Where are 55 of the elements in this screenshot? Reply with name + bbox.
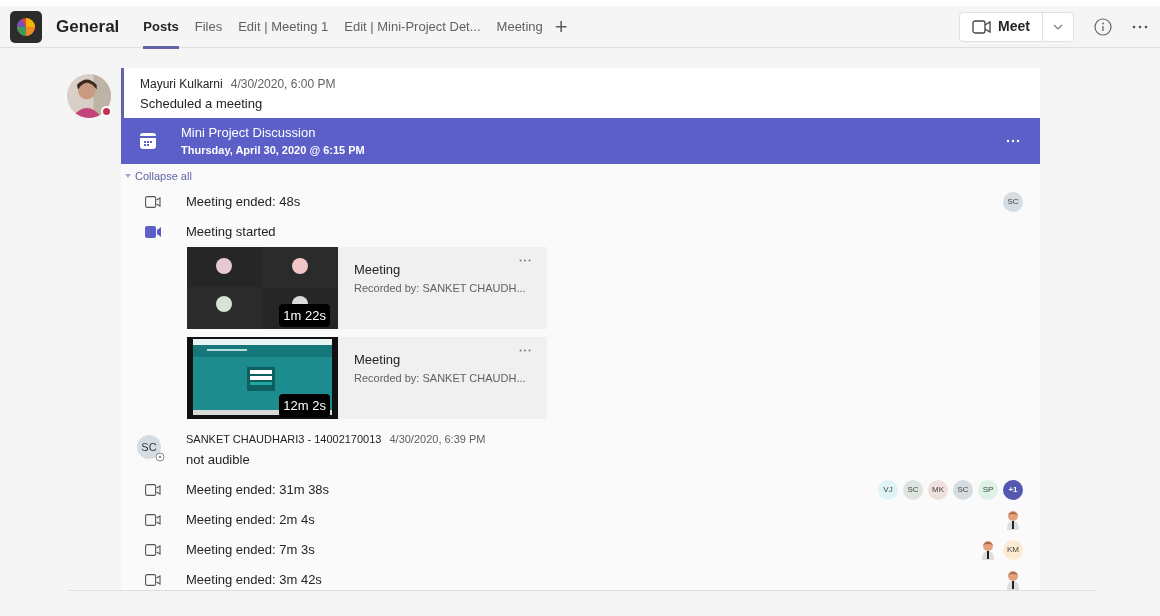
tab[interactable]: Meeting: [488, 5, 551, 48]
recording-card[interactable]: 1m 22s Meeting Recorded by: SANKET CHAUDH...: [187, 247, 547, 329]
video-camera-icon: [145, 514, 161, 526]
more-icon[interactable]: [1132, 24, 1148, 29]
meeting-banner[interactable]: Mini Project Discussion Thursday, April 30, 2020 @ 6:15 PM: [121, 117, 1040, 164]
participant-avatar: KM: [1003, 540, 1023, 560]
event-text: Meeting ended: 3m 42s: [186, 571, 323, 590]
recorded-by-text: Recorded by: SANKET CHAUDH...: [354, 370, 527, 386]
more-icon[interactable]: [519, 259, 531, 262]
message-text: Scheduled a meeting: [140, 95, 264, 113]
tab[interactable]: Edit | Mini-Project Det...: [336, 5, 489, 48]
caret-down-icon: [125, 173, 131, 178]
author-name: SANKET CHAUDHARI3 - 14002170013: [186, 432, 382, 447]
recording-title: Meeting: [354, 351, 401, 369]
more-participants-badge: +1: [1003, 480, 1023, 500]
event-text: Meeting started: [186, 223, 277, 242]
author-name: Mayuri Kulkarni: [140, 76, 223, 93]
participant-avatar: SP: [978, 480, 998, 500]
collapse-all-link[interactable]: Collapse all: [125, 167, 192, 184]
timestamp: 4/30/2020, 6:39 PM: [389, 432, 486, 447]
recording-title: Meeting: [354, 261, 401, 279]
more-icon[interactable]: [1006, 138, 1020, 143]
more-icon[interactable]: [519, 349, 531, 352]
participant-avatar: VJ: [878, 480, 898, 500]
video-camera-icon: [145, 226, 161, 238]
event-text: Meeting ended: 2m 4s: [186, 511, 316, 530]
participant-avatar: MK: [928, 480, 948, 500]
add-tab-button[interactable]: +: [550, 15, 572, 38]
duration-badge: 1m 22s: [279, 303, 330, 327]
event-text: Meeting ended: 31m 38s: [186, 481, 331, 500]
info-icon[interactable]: [1094, 17, 1112, 36]
message-text: not audible: [186, 450, 251, 469]
recorded-by-text: Recorded by: SANKET CHAUDH...: [354, 280, 527, 296]
duration-badge: 12m 2s: [279, 393, 330, 417]
video-camera-icon: [145, 574, 161, 586]
event-text: Meeting ended: 48s: [186, 193, 302, 212]
tab[interactable]: Files: [186, 5, 231, 48]
meeting-title: Mini Project Discussion: [181, 123, 317, 142]
video-camera-icon: [145, 484, 161, 496]
team-logo-icon[interactable]: [10, 10, 42, 43]
tab[interactable]: Posts: [135, 5, 187, 48]
meeting-time: Thursday, April 30, 2020 @ 6:15 PM: [181, 143, 366, 158]
channel-name: General: [56, 15, 120, 38]
calendar-icon: [139, 131, 157, 150]
video-camera-icon: [972, 19, 993, 34]
video-camera-icon: [145, 544, 161, 556]
participant-avatar: SC: [903, 480, 923, 500]
chevron-down-icon: [1053, 23, 1063, 30]
video-camera-icon: [145, 196, 161, 208]
participant-avatar: SC: [953, 480, 973, 500]
recording-card[interactable]: 12m 2s Meeting Recorded by: SANKET CHAUDH...: [187, 337, 547, 419]
tab[interactable]: Edit | Meeting 1: [230, 5, 337, 48]
participant-avatar: SC: [1003, 192, 1023, 212]
timestamp: 4/30/2020, 6:00 PM: [230, 76, 336, 93]
event-text: Meeting ended: 7m 3s: [186, 541, 316, 560]
